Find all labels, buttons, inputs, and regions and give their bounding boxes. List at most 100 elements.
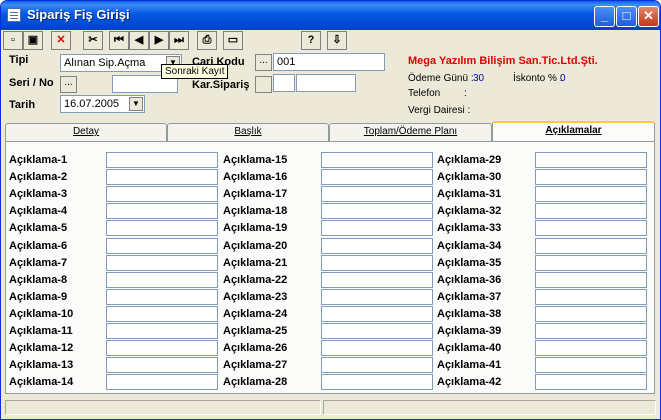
aciklama-label: Açıklama-13: [9, 359, 74, 372]
aciklama-input[interactable]: [106, 186, 218, 203]
cari-kodu-input[interactable]: 001: [273, 53, 385, 71]
aciklama-input[interactable]: [535, 323, 647, 339]
aciklama-input[interactable]: [535, 305, 647, 322]
aciklama-input[interactable]: [106, 237, 218, 254]
aciklama-input[interactable]: [535, 340, 647, 357]
aciklama-input[interactable]: [535, 152, 647, 168]
status-cell: [323, 400, 656, 415]
aciklama-input[interactable]: [535, 254, 647, 271]
tarih-value: 16.07.2005: [64, 98, 120, 110]
aciklama-input[interactable]: [106, 340, 218, 357]
aciklama-label: Açıklama-16: [223, 171, 288, 184]
kar-siparis-code-input[interactable]: [273, 74, 295, 92]
exit-icon[interactable]: ⇩: [327, 31, 347, 50]
aciklama-input[interactable]: [535, 203, 647, 220]
maximize-button[interactable]: □: [616, 6, 637, 27]
aciklama-label: Açıklama-7: [9, 256, 68, 269]
minimize-button[interactable]: _: [594, 6, 615, 27]
calendar-dropdown-icon[interactable]: ▼: [129, 97, 143, 111]
tooltip-next-record: Sonraki Kayıt: [161, 64, 229, 79]
aciklama-input[interactable]: [535, 374, 647, 391]
kar-siparis-button[interactable]: [255, 76, 272, 93]
aciklama-input[interactable]: [535, 271, 647, 288]
aciklama-input[interactable]: [321, 340, 433, 357]
aciklama-label: Açıklama-35: [437, 256, 502, 269]
next-icon[interactable]: ▶: [149, 31, 169, 50]
aciklama-input[interactable]: [321, 203, 433, 220]
aciklama-input[interactable]: [535, 220, 647, 237]
aciklama-input[interactable]: [321, 254, 433, 271]
aciklama-label: Açıklama-33: [437, 222, 502, 235]
first-icon[interactable]: ⏮: [109, 31, 129, 50]
last-icon[interactable]: ⏭: [169, 31, 189, 50]
aciklama-input[interactable]: [321, 220, 433, 237]
aciklama-label: Açıklama-8: [9, 273, 68, 286]
aciklama-label: Açıklama-3: [9, 188, 68, 201]
aciklama-input[interactable]: [106, 254, 218, 271]
aciklama-input[interactable]: [321, 152, 433, 168]
aciklama-input[interactable]: [321, 169, 433, 186]
save-icon[interactable]: ▣: [23, 31, 43, 50]
title-bar[interactable]: Sipariş Fiş Girişi _ □ ✕: [1, 1, 660, 30]
aciklama-label: Açıklama-2: [9, 171, 68, 184]
aciklama-label: Açıklama-41: [437, 359, 502, 372]
seri-lookup-button[interactable]: ...: [60, 76, 77, 93]
aciklama-input[interactable]: [321, 271, 433, 288]
cut-icon[interactable]: ✂: [83, 31, 103, 50]
cari-lookup-button[interactable]: ...: [255, 54, 272, 71]
tab-detay[interactable]: Detay: [5, 123, 167, 141]
aciklama-input[interactable]: [106, 288, 218, 305]
aciklama-input[interactable]: [321, 374, 433, 391]
aciklama-input[interactable]: [535, 186, 647, 203]
aciklama-input[interactable]: [321, 237, 433, 254]
aciklama-label: Açıklama-29: [437, 154, 502, 166]
iskonto-value: 0: [560, 73, 566, 84]
aciklama-input[interactable]: [106, 357, 218, 374]
aciklama-input[interactable]: [321, 305, 433, 322]
tarih-date-picker[interactable]: 16.07.2005 ▼: [60, 95, 145, 113]
window-title: Sipariş Fiş Girişi: [27, 7, 130, 22]
help-icon[interactable]: ?: [301, 31, 321, 50]
odeme-gunu-label: Ödeme Günü :: [408, 73, 474, 84]
aciklama-label: Açıklama-36: [437, 273, 502, 286]
aciklama-label: Açıklama-21: [223, 256, 288, 269]
siparis-window: Sipariş Fiş Girişi _ □ ✕ ▫ ▣ ✕ ✂ ⏮ ◀ ▶ ⏭…: [0, 0, 661, 420]
aciklama-input[interactable]: [106, 305, 218, 322]
aciklama-input[interactable]: [535, 169, 647, 186]
aciklama-label: Açıklama-39: [437, 325, 502, 337]
aciklama-input[interactable]: [106, 203, 218, 220]
aciklama-input[interactable]: [535, 288, 647, 305]
iskonto-label: İskonto % :: [513, 73, 563, 84]
close-button[interactable]: ✕: [638, 6, 659, 27]
preview-icon[interactable]: ▭: [223, 31, 243, 50]
kar-siparis-no-input[interactable]: [296, 74, 356, 92]
aciklama-input[interactable]: [321, 357, 433, 374]
aciklama-input[interactable]: [106, 152, 218, 168]
aciklama-input[interactable]: [106, 169, 218, 186]
aciklama-input[interactable]: [106, 323, 218, 339]
aciklama-label: Açıklama-11: [9, 325, 73, 337]
aciklama-input[interactable]: [321, 323, 433, 339]
print-icon[interactable]: ⎙: [197, 31, 217, 50]
aciklama-label: Açıklama-30: [437, 171, 502, 184]
tab-aciklamalar[interactable]: Açıklamalar: [492, 121, 655, 142]
aciklama-label: Açıklama-5: [9, 222, 68, 235]
aciklama-input[interactable]: [535, 237, 647, 254]
aciklama-label: Açıklama-34: [437, 239, 502, 252]
app-form-icon: [7, 8, 21, 22]
delete-icon[interactable]: ✕: [51, 31, 71, 50]
aciklama-input[interactable]: [106, 220, 218, 237]
status-bar: [3, 398, 658, 416]
aciklama-input[interactable]: [106, 271, 218, 288]
aciklama-input[interactable]: [321, 186, 433, 203]
toolbar: ▫ ▣ ✕ ✂ ⏮ ◀ ▶ ⏭ ⎙ ▭ ? ⇩: [3, 31, 658, 51]
tab-baslik[interactable]: Başlık: [167, 123, 329, 141]
aciklama-input[interactable]: [321, 288, 433, 305]
aciklama-input[interactable]: [106, 374, 218, 391]
new-icon[interactable]: ▫: [3, 31, 23, 50]
tab-toplam-odeme[interactable]: Toplam/Ödeme Planı: [329, 123, 492, 141]
prev-icon[interactable]: ◀: [129, 31, 149, 50]
aciklama-input[interactable]: [535, 357, 647, 374]
aciklama-label: Açıklama-10: [9, 307, 74, 320]
aciklama-label: Açıklama-9: [9, 290, 68, 303]
